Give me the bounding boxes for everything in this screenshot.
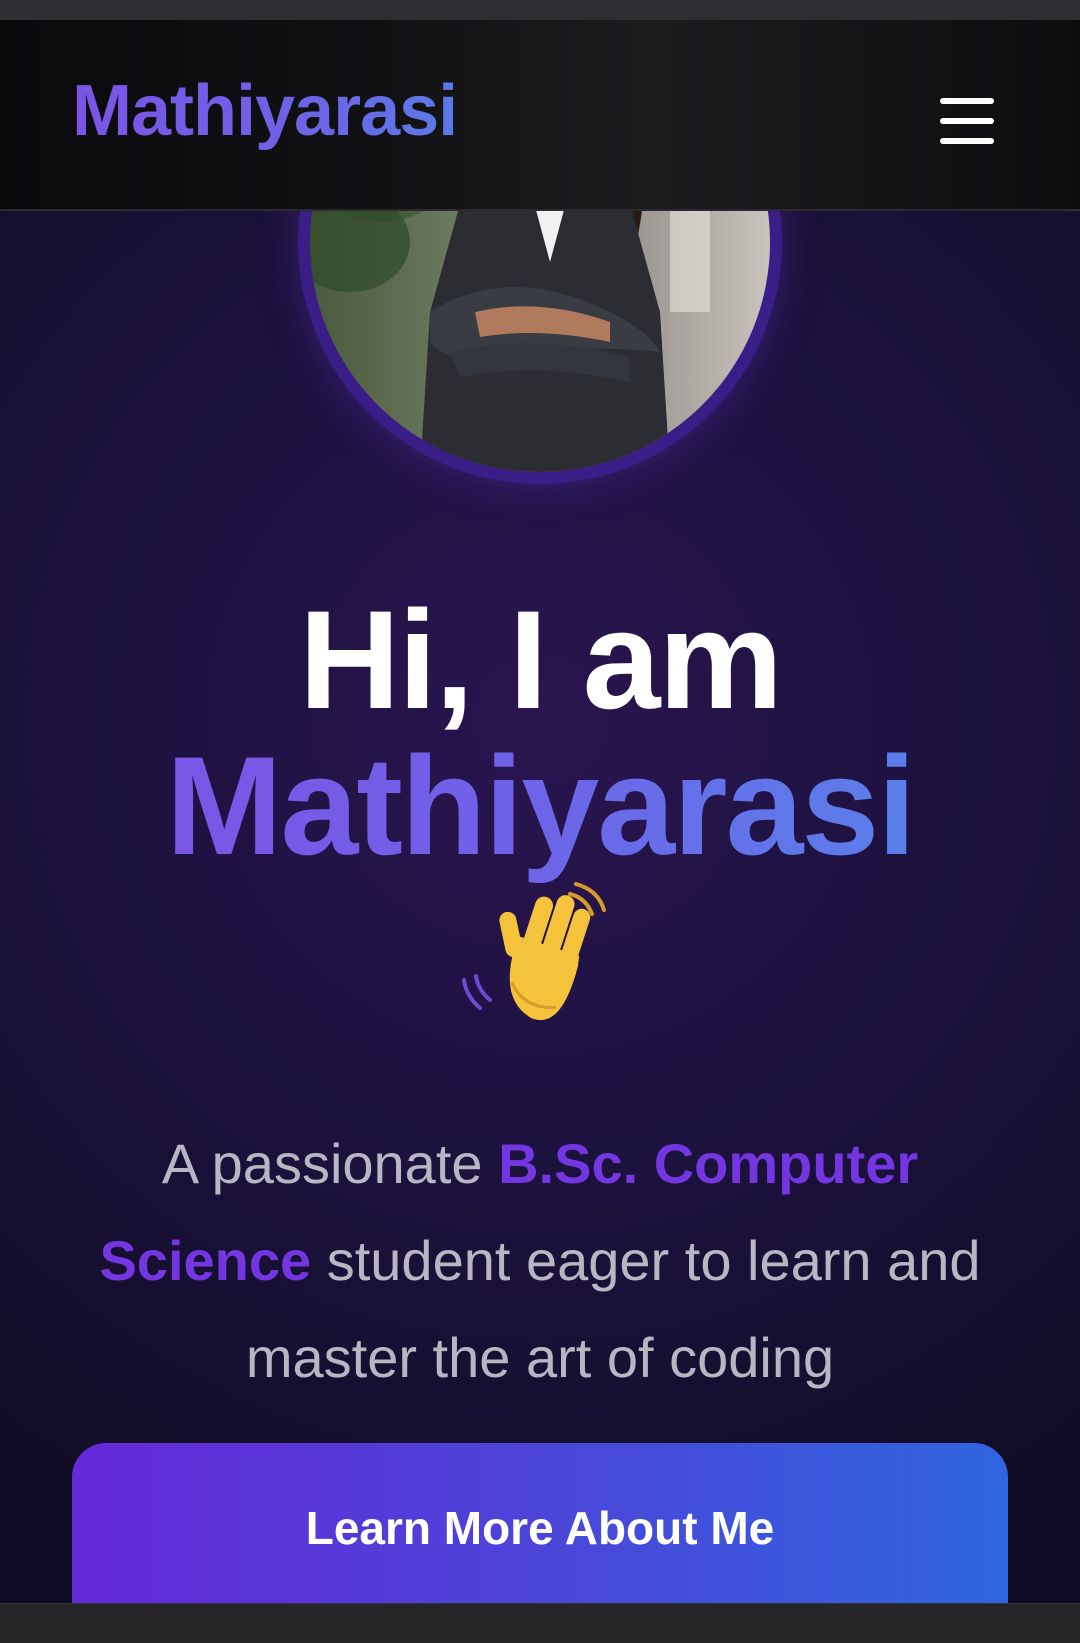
top-navbar: Mathiyarasi <box>0 20 1080 211</box>
tagline-suffix: student eager to learn and master the ar… <box>245 1229 981 1389</box>
hero-name: Mathiyarasi <box>0 736 1080 876</box>
hero-tagline: A passionate B.Sc. Computer Science stud… <box>60 1115 1020 1406</box>
tagline-prefix: A passionate <box>161 1132 499 1195</box>
waving-hand-icon <box>460 880 620 1040</box>
hamburger-menu-icon[interactable] <box>938 98 996 146</box>
hero-greeting: Hi, I am <box>299 581 783 738</box>
status-strip <box>0 0 1080 20</box>
learn-more-button[interactable]: Learn More About Me <box>72 1443 1008 1603</box>
brand-logo[interactable]: Mathiyarasi <box>72 68 458 154</box>
hero-page: Mathiyarasi Hi, I am Mathiyarasi A passi… <box>0 20 1080 1603</box>
browser-bottom-bar <box>0 1603 1080 1643</box>
hero-name-text: Mathiyarasi <box>165 727 916 884</box>
